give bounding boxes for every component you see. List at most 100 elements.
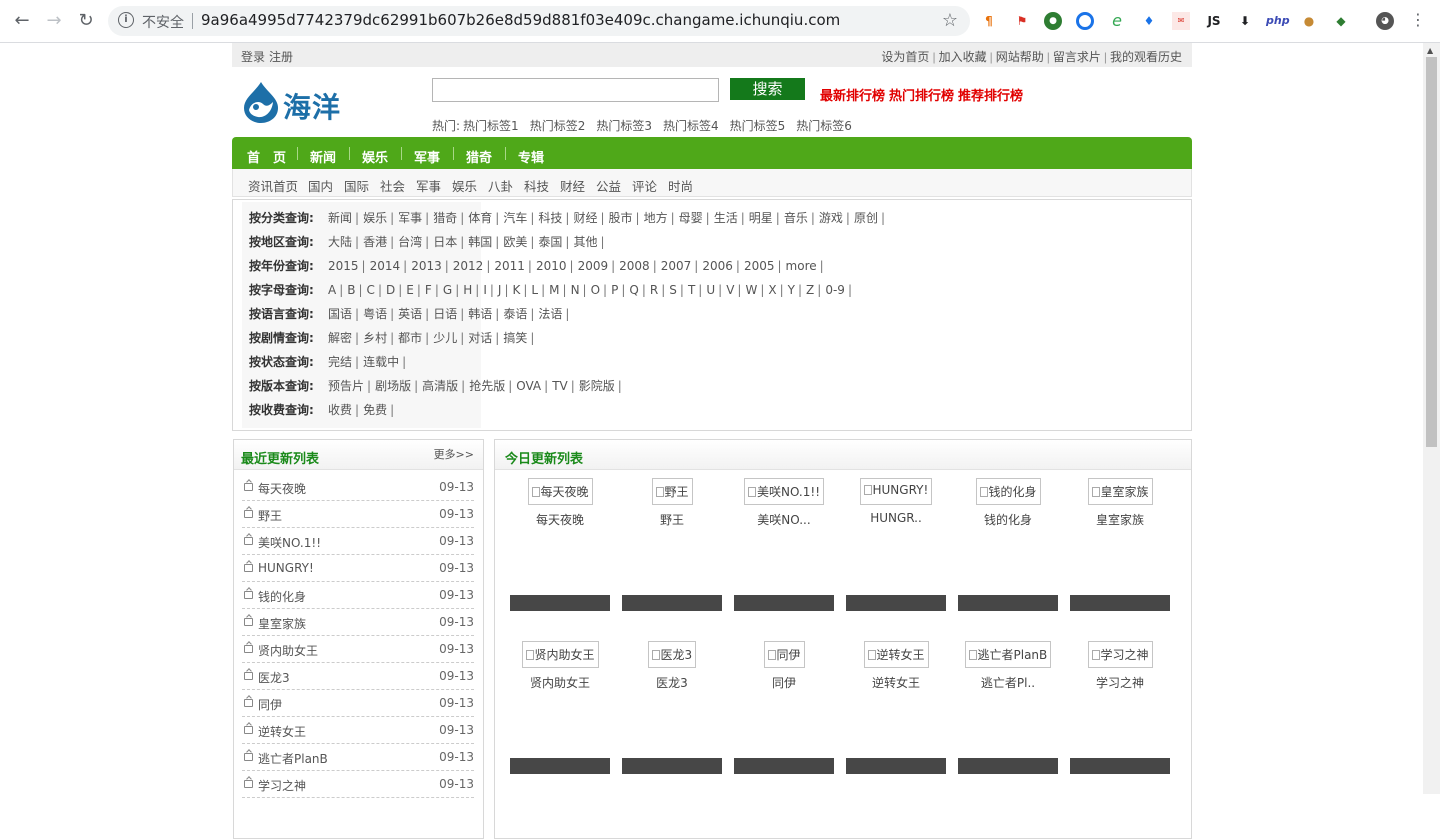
thumbnail-image[interactable]: 医龙3 <box>647 641 697 668</box>
filter-option[interactable]: 2005 <box>744 259 775 273</box>
filter-option[interactable]: Z <box>806 283 814 297</box>
filter-option[interactable]: 解密 <box>328 331 352 345</box>
filter-option[interactable]: 预告片 <box>328 379 364 393</box>
markdown-icon[interactable]: ¶ <box>980 12 998 30</box>
nav-news[interactable]: 新闻 <box>310 147 336 166</box>
e-icon[interactable]: e <box>1108 12 1126 30</box>
hot-rank-link[interactable]: 热门排行榜 <box>889 89 954 104</box>
latest-rank-link[interactable]: 最新排行榜 <box>820 89 885 104</box>
filter-option[interactable]: K <box>513 283 521 297</box>
set-homepage-link[interactable]: 设为首页 <box>881 50 929 64</box>
filter-option[interactable]: 国语 <box>328 307 352 321</box>
filter-option[interactable]: 2012 <box>453 259 484 273</box>
hot-tag[interactable]: 热门标签1 <box>463 119 519 133</box>
site-logo[interactable]: 海洋 <box>241 80 351 128</box>
filter-option[interactable]: 科技 <box>538 211 562 225</box>
chrome-menu-icon[interactable]: ⋮ <box>1410 10 1426 29</box>
filter-option[interactable]: 完结 <box>328 355 352 369</box>
register-link[interactable]: 注册 <box>269 50 293 64</box>
list-item[interactable]: 皇室家族 09-13 <box>242 609 474 636</box>
filter-option[interactable]: 2011 <box>494 259 525 273</box>
filter-option[interactable]: 原创 <box>854 211 878 225</box>
filter-option[interactable]: 收费 <box>328 403 352 417</box>
filter-option[interactable]: 军事 <box>398 211 422 225</box>
thumbnail-image[interactable]: 逃亡者PlanB <box>964 641 1052 668</box>
url-text[interactable]: 9a96a4995d7742379dc62991b607b26e8d59d881… <box>201 11 840 29</box>
subnav-item[interactable]: 资讯首页 <box>248 176 298 195</box>
list-item-title[interactable]: 医龙3 <box>258 669 290 686</box>
filter-option[interactable]: 体育 <box>468 211 492 225</box>
scroll-up-icon[interactable]: ▲ <box>1427 46 1433 55</box>
subnav-item[interactable]: 国内 <box>308 176 333 195</box>
list-item[interactable]: 医龙3 09-13 <box>242 663 474 690</box>
filter-option[interactable]: 少儿 <box>433 331 457 345</box>
grid-item-title[interactable]: 逃亡者Pl.. <box>958 674 1058 691</box>
hot-tag[interactable]: 热门标签6 <box>796 119 852 133</box>
filter-option[interactable]: 2008 <box>619 259 650 273</box>
filter-option[interactable]: 日本 <box>433 235 457 249</box>
filter-option[interactable]: OVA <box>516 379 541 393</box>
filter-option[interactable]: W <box>745 283 757 297</box>
grid-item-title[interactable]: 逆转女王 <box>846 674 946 691</box>
list-item-title[interactable]: 野王 <box>258 507 282 524</box>
filter-option[interactable]: 猎奇 <box>433 211 457 225</box>
subnav-item[interactable]: 财经 <box>560 176 585 195</box>
thumbnail-image[interactable]: 每天夜晚 <box>527 478 593 505</box>
filter-option[interactable]: 泰国 <box>538 235 562 249</box>
thumbnail-image[interactable]: HUNGRY! <box>859 478 933 505</box>
filter-option[interactable]: M <box>549 283 559 297</box>
filter-option[interactable]: 地方 <box>644 211 668 225</box>
list-item-title[interactable]: HUNGRY! <box>258 561 314 575</box>
grid-item-title[interactable]: 皇室家族 <box>1070 511 1170 528</box>
filter-option[interactable]: 明星 <box>749 211 773 225</box>
filter-option[interactable]: 2010 <box>536 259 567 273</box>
filter-option[interactable]: C <box>367 283 375 297</box>
filter-option[interactable]: 日语 <box>433 307 457 321</box>
filter-option[interactable]: 娱乐 <box>363 211 387 225</box>
filter-option[interactable]: 欧美 <box>503 235 527 249</box>
list-item-title[interactable]: 逃亡者PlanB <box>258 750 328 767</box>
filter-option[interactable]: 香港 <box>363 235 387 249</box>
filter-option[interactable]: 韩语 <box>468 307 492 321</box>
list-item-title[interactable]: 美咲NO.1!! <box>258 534 321 551</box>
reload-icon[interactable]: ↻ <box>76 11 96 31</box>
list-item-title[interactable]: 每天夜晚 <box>258 480 306 497</box>
grid-item-title[interactable]: 贤内助女王 <box>510 674 610 691</box>
filter-option[interactable]: 母婴 <box>679 211 703 225</box>
filter-option[interactable]: 剧场版 <box>375 379 411 393</box>
filter-option[interactable]: X <box>768 283 776 297</box>
list-item[interactable]: 美咲NO.1!! 09-13 <box>242 528 474 555</box>
list-item[interactable]: 钱的化身 09-13 <box>242 582 474 609</box>
help-link[interactable]: 网站帮助 <box>996 50 1044 64</box>
filter-option[interactable]: J <box>498 283 502 297</box>
subnav-item[interactable]: 军事 <box>416 176 441 195</box>
filter-option[interactable]: F <box>425 283 432 297</box>
filter-option[interactable]: R <box>650 283 658 297</box>
search-input[interactable] <box>432 78 719 102</box>
filter-option[interactable]: 0-9 <box>825 283 845 297</box>
filter-option[interactable]: H <box>463 283 472 297</box>
grid-item-title[interactable]: 美咲NO... <box>734 511 834 528</box>
filter-option[interactable]: 游戏 <box>819 211 843 225</box>
filter-option[interactable]: 乡村 <box>363 331 387 345</box>
filter-option[interactable]: 2014 <box>370 259 401 273</box>
filter-option[interactable]: 都市 <box>398 331 422 345</box>
grid-item-title[interactable]: 同伊 <box>734 674 834 691</box>
filter-option[interactable]: T <box>688 283 695 297</box>
subnav-item[interactable]: 公益 <box>596 176 621 195</box>
filter-option[interactable]: 连载中 <box>363 355 399 369</box>
filter-option[interactable]: TV <box>552 379 568 393</box>
thumbnail-image[interactable]: 钱的化身 <box>975 478 1041 505</box>
nav-military[interactable]: 军事 <box>414 147 440 166</box>
list-item-title[interactable]: 皇室家族 <box>258 615 306 632</box>
grid-item-title[interactable]: 钱的化身 <box>958 511 1058 528</box>
thumbnail-image[interactable]: 皇室家族 <box>1087 478 1153 505</box>
filter-option[interactable]: 高清版 <box>422 379 458 393</box>
filter-option[interactable]: L <box>531 283 538 297</box>
list-item[interactable]: 野王 09-13 <box>242 501 474 528</box>
list-item-title[interactable]: 逆转女王 <box>258 723 306 740</box>
pdf-icon[interactable]: ⚑ <box>1013 12 1031 30</box>
filter-option[interactable]: 英语 <box>398 307 422 321</box>
subnav-item[interactable]: 国际 <box>344 176 369 195</box>
subnav-item[interactable]: 时尚 <box>668 176 693 195</box>
